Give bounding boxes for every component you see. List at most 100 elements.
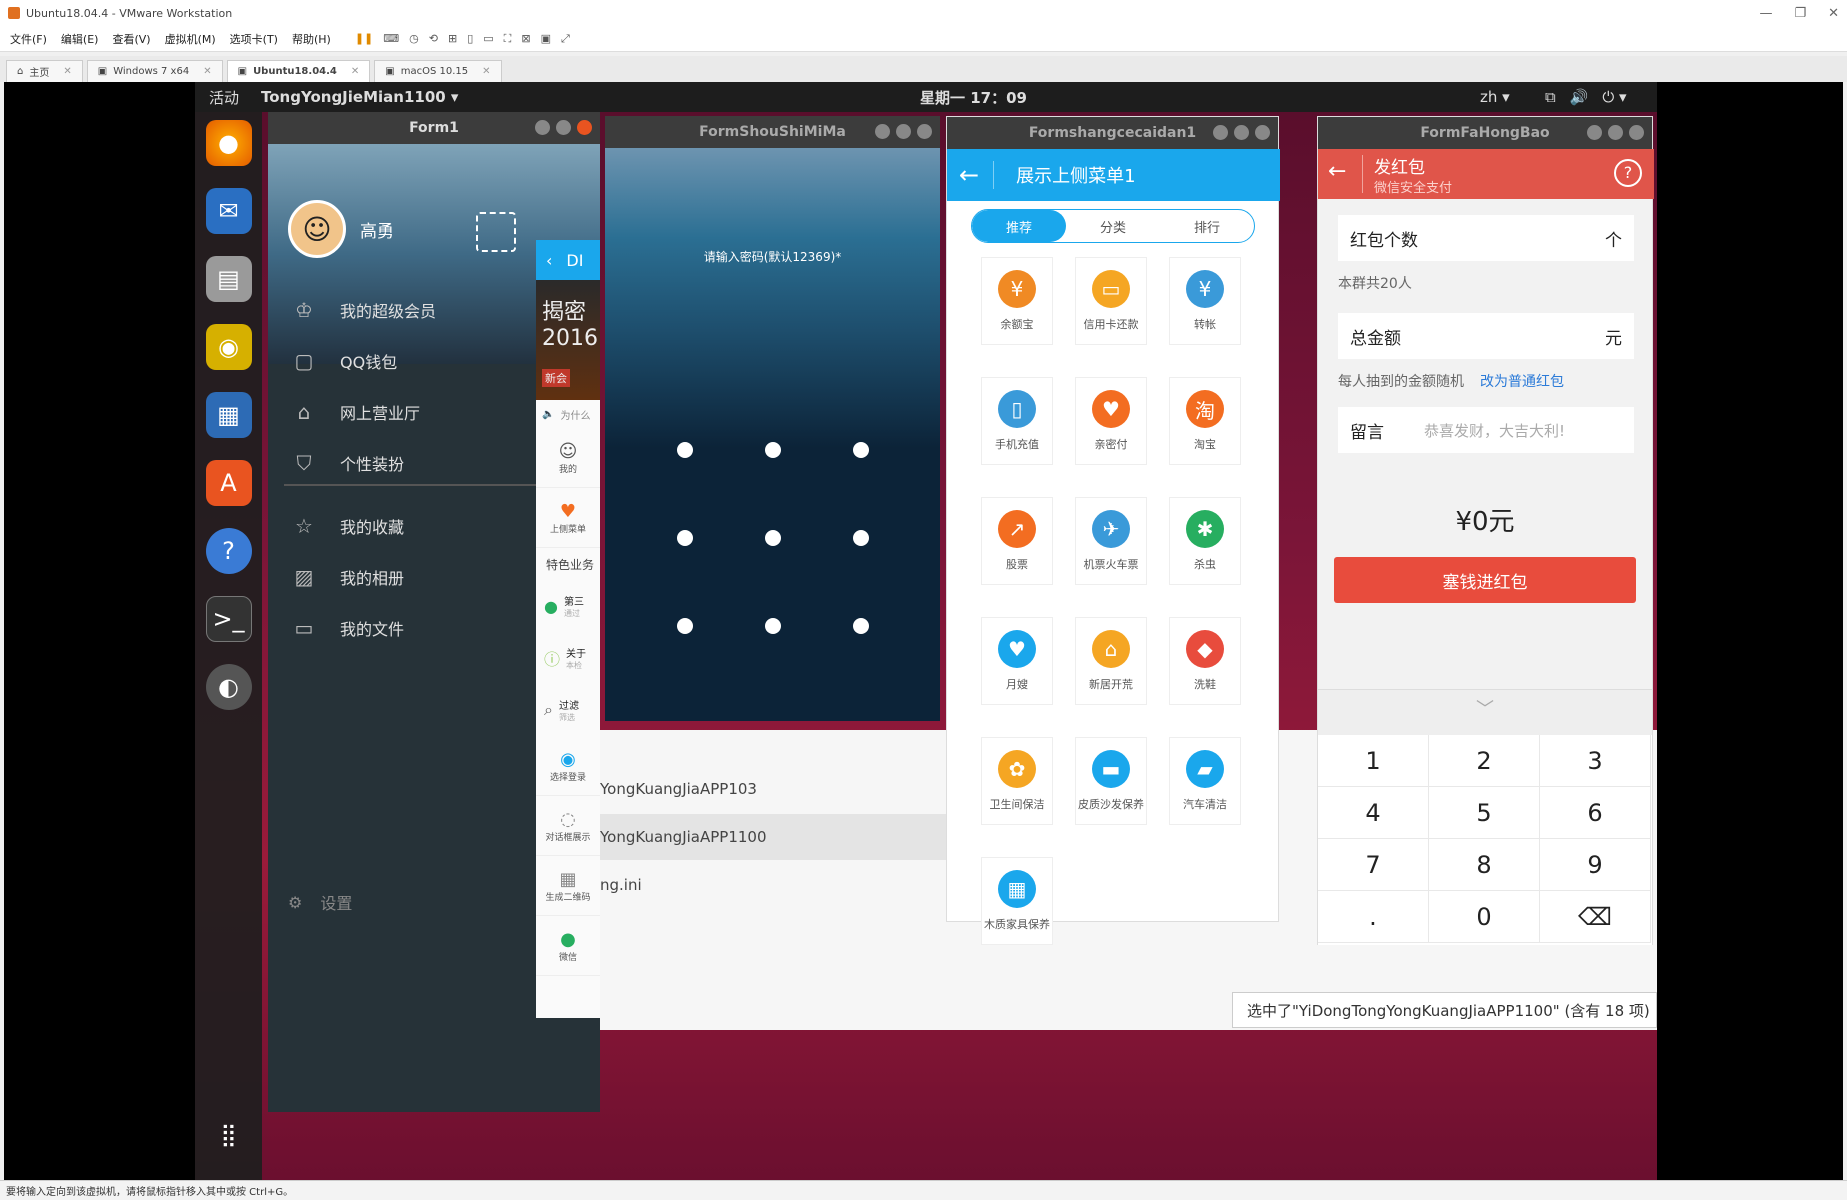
menu-edit[interactable]: 编辑(E) (61, 31, 99, 47)
maximize-icon[interactable] (896, 124, 911, 139)
settings-button[interactable]: ⚙ 设置 (288, 890, 352, 914)
qq-tile-wechat[interactable]: ● 微信 (536, 916, 600, 976)
minimize-icon[interactable]: — (1759, 6, 1772, 21)
scan-icon[interactable] (476, 212, 516, 252)
message-input[interactable]: 恭喜发财，大吉大利! (1424, 420, 1565, 441)
close-tab-icon[interactable]: ✕ (63, 66, 71, 77)
close-icon[interactable] (1255, 125, 1270, 140)
software-icon[interactable]: A (205, 460, 252, 506)
service-item[interactable]: ▬ 皮质沙发保养 (1075, 737, 1147, 825)
send-keys-icon[interactable]: ⌨ (383, 32, 399, 46)
maximize-icon[interactable] (1234, 125, 1249, 140)
qq-tile-qrcode[interactable]: ▦ 生成二维码 (536, 856, 600, 916)
pattern-dot[interactable] (677, 442, 693, 458)
qq-tile-top-menu[interactable]: ♥ 上侧菜单 (536, 488, 600, 548)
service-item[interactable]: 淘淘宝 (1169, 377, 1241, 465)
maximize-icon[interactable] (556, 120, 571, 135)
amount-field[interactable]: 总金额 元 (1338, 313, 1634, 359)
keypad-key[interactable]: 1 (1318, 735, 1429, 787)
tab-macos[interactable]: ▣ macOS 10.15 ✕ (374, 60, 502, 82)
qq-list-item[interactable]: ⌕ 过滤 筛选 (536, 684, 600, 736)
service-item[interactable]: ▰ 汽车清洁 (1169, 737, 1241, 825)
service-item[interactable]: ⌂ 新居开荒 (1075, 617, 1147, 705)
qq-tile-login[interactable]: ◉ 选择登录 (536, 736, 600, 796)
minimize-icon[interactable] (1587, 125, 1602, 140)
minimize-icon[interactable] (1213, 125, 1228, 140)
pattern-dot[interactable] (677, 530, 693, 546)
view-library-icon[interactable]: ▯ (467, 32, 473, 46)
pattern-dot[interactable] (853, 530, 869, 546)
service-item[interactable]: ✈ 机票火车票 (1075, 497, 1147, 585)
clock[interactable]: 星期一 17：09 (920, 87, 1027, 108)
show-apps-icon[interactable]: ⣿ (206, 1112, 252, 1158)
keyboard-hide-icon[interactable]: ﹀ (1318, 689, 1652, 735)
form1-titlebar[interactable]: Form1 (268, 112, 600, 144)
menu-vm[interactable]: 虚拟机(M) (165, 31, 216, 47)
close-icon[interactable] (577, 120, 592, 135)
keypad-key[interactable]: 0 (1429, 891, 1540, 943)
segment-category[interactable]: 分类 (1066, 210, 1160, 242)
writer-icon[interactable]: ▦ (205, 392, 252, 438)
help-icon[interactable]: ? (205, 528, 252, 574)
keypad-key[interactable]: 7 (1318, 839, 1429, 891)
service-item[interactable]: ◆ 洗鞋 (1169, 617, 1241, 705)
submit-button[interactable]: 塞钱进红包 (1334, 557, 1636, 603)
keypad-key[interactable]: 2 (1429, 735, 1540, 787)
console-icon[interactable]: ▣ (541, 32, 551, 46)
menu-help[interactable]: 帮助(H) (292, 31, 331, 47)
close-icon[interactable] (917, 124, 932, 139)
pattern-dot[interactable] (765, 442, 781, 458)
qq-banner[interactable]: 揭密 2016 新会 (536, 280, 600, 400)
pattern-dot[interactable] (677, 618, 693, 634)
close-tab-icon[interactable]: ✕ (351, 66, 359, 77)
keypad-key[interactable]: 4 (1318, 787, 1429, 839)
service-item[interactable]: ¥ 转帐 (1169, 257, 1241, 345)
maximize-icon[interactable] (1608, 125, 1623, 140)
activities-button[interactable]: 活动 (209, 87, 239, 108)
keypad-key[interactable]: 8 (1429, 839, 1540, 891)
snapshot-icon[interactable]: ◷ (409, 32, 419, 46)
service-item[interactable]: ♥ 亲密付 (1075, 377, 1147, 465)
service-item[interactable]: ✿ 卫生间保洁 (981, 737, 1053, 825)
view-tabs-icon[interactable]: ▭ (483, 32, 493, 46)
avatar[interactable]: ☺ (288, 200, 346, 258)
input-method[interactable]: zh ▾ (1480, 88, 1510, 106)
pattern-dot[interactable] (765, 530, 781, 546)
tab-windows7[interactable]: ▣ Windows 7 x64 ✕ (86, 60, 223, 82)
minimize-icon[interactable] (535, 120, 550, 135)
qq-tile-dialog[interactable]: ◌ 对话框展示 (536, 796, 600, 856)
minimize-icon[interactable] (875, 124, 890, 139)
stretch-icon[interactable]: ⤢ (561, 32, 570, 46)
service-item[interactable]: ✱ 杀虫 (1169, 497, 1241, 585)
service-item[interactable]: ¥ 余额宝 (981, 257, 1053, 345)
snapshot-manager-icon[interactable]: ⊞ (448, 32, 457, 46)
service-item[interactable]: ♥ 月嫂 (981, 617, 1053, 705)
keypad-key[interactable]: 9 (1540, 839, 1651, 891)
pause-icon[interactable]: ❚❚ (355, 32, 373, 46)
fullscreen-icon[interactable]: ⛶ (504, 32, 512, 46)
segment-recommend[interactable]: 推荐 (972, 210, 1066, 242)
qq-list-item[interactable]: ⓘ 关于 本检 (536, 632, 600, 684)
thunderbird-icon[interactable]: ✉ (205, 188, 252, 234)
revert-snapshot-icon[interactable]: ⟲ (429, 32, 438, 46)
pattern-dot[interactable] (853, 618, 869, 634)
rhythmbox-icon[interactable]: ◉ (205, 324, 252, 370)
fsm-titlebar[interactable]: FormShouShiMiMa (605, 116, 940, 148)
close-tab-icon[interactable]: ✕ (482, 66, 490, 77)
service-item[interactable]: ▯ 手机充值 (981, 377, 1053, 465)
change-type-link[interactable]: 改为普通红包 (1480, 374, 1564, 390)
firefox-icon[interactable]: ● (205, 120, 252, 166)
service-item[interactable]: ▭ 信用卡还款 (1075, 257, 1147, 345)
terminal-icon[interactable]: >_ (205, 596, 252, 642)
keypad-key[interactable]: 6 (1540, 787, 1651, 839)
files-icon[interactable]: ▤ (205, 256, 252, 302)
keypad-key[interactable]: 3 (1540, 735, 1651, 787)
back-arrow-icon[interactable]: ← (1328, 159, 1346, 184)
help-icon[interactable]: ? (1614, 159, 1642, 187)
menu-file[interactable]: 文件(F) (10, 31, 47, 47)
keypad-key[interactable]: 5 (1429, 787, 1540, 839)
tab-ubuntu[interactable]: ▣ Ubuntu18.04.4 ✕ (226, 60, 371, 82)
system-tray[interactable]: ⧉ 🔊 ⏻ ▾ (1545, 88, 1627, 106)
pattern-dot[interactable] (765, 618, 781, 634)
back-arrow-icon[interactable]: ‹ (546, 251, 552, 270)
